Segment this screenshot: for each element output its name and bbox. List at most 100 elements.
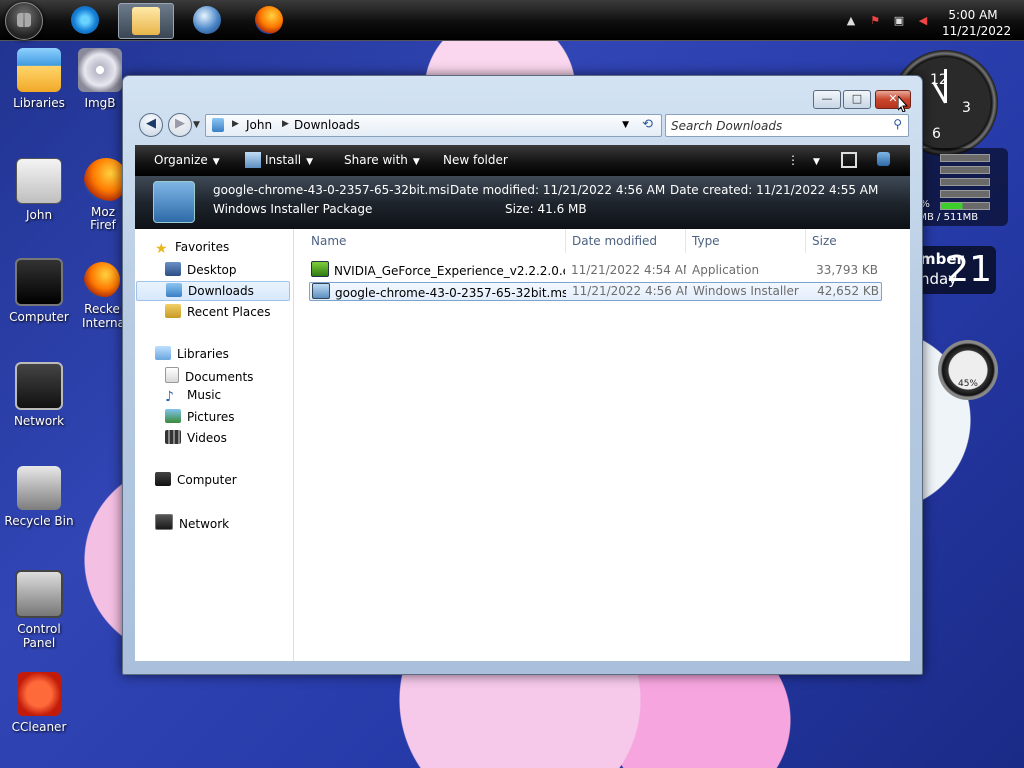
- organize-label: Organize: [154, 153, 208, 167]
- nav-downloads[interactable]: Downloads: [136, 281, 290, 301]
- installer-package-icon: [153, 181, 195, 223]
- desktop-icon-john[interactable]: John: [0, 158, 78, 222]
- desktop-icon-label: Computer: [9, 310, 69, 324]
- star-icon: ★: [155, 241, 168, 257]
- desktop-icon-firefox[interactable]: Moz Firef: [84, 158, 122, 232]
- cpu-meter-gadget[interactable]: % % % % 5% 2MB / 511MB: [912, 148, 1008, 226]
- file-size: 42,652 KB: [817, 284, 879, 298]
- chevron-down-icon: ▼: [306, 157, 314, 167]
- taskbar-firefox[interactable]: [242, 3, 296, 37]
- column-header-type[interactable]: Type: [692, 229, 806, 253]
- forward-button[interactable]: ▶: [168, 113, 192, 137]
- clock-date: 11/21/2022: [942, 24, 1012, 38]
- nav-documents[interactable]: Documents: [165, 367, 253, 384]
- breadcrumb-separator[interactable]: ▶: [282, 119, 289, 129]
- change-view-button[interactable]: ⋮ ▼: [787, 153, 820, 167]
- desktop-icon-imgburn[interactable]: ImgB: [78, 48, 122, 110]
- desktop-icon-ccleaner[interactable]: CCleaner: [0, 672, 78, 734]
- chevron-down-icon: ▼: [813, 157, 820, 167]
- disc-icon: [78, 48, 122, 92]
- minimize-button[interactable]: —: [813, 90, 841, 109]
- app-icon: [84, 262, 120, 298]
- desktop-icon-reckoner[interactable]: Recke Interna: [82, 262, 122, 330]
- desktop-icon-computer[interactable]: Computer: [0, 258, 78, 324]
- libraries-icon: [155, 346, 171, 360]
- recent-pages-dropdown[interactable]: ▼: [193, 120, 200, 130]
- file-name-cell: google-chrome-43-0-2357-65-32bit.msi: [312, 283, 566, 302]
- refresh-icon[interactable]: ⟲: [642, 117, 653, 132]
- navigation-pane: ★ Favorites Desktop Downloads Recent Plac…: [135, 229, 294, 661]
- desktop-icon-label: CCleaner: [11, 720, 67, 734]
- network-icon: [15, 362, 63, 410]
- address-dropdown-icon[interactable]: ▼: [622, 120, 629, 130]
- help-icon[interactable]: [877, 152, 890, 166]
- column-header-name[interactable]: Name: [311, 229, 566, 253]
- preview-pane-icon[interactable]: [841, 152, 857, 168]
- install-button[interactable]: Install ▼: [265, 153, 313, 167]
- action-center-icon[interactable]: ⚑: [868, 14, 882, 27]
- nav-libraries[interactable]: Libraries: [155, 346, 229, 361]
- show-hidden-icons-arrow[interactable]: ▲: [844, 14, 858, 27]
- nav-recent-places[interactable]: Recent Places: [165, 304, 270, 319]
- globe-icon: [193, 6, 221, 34]
- install-label: Install: [265, 153, 302, 167]
- clock-number-3: 3: [962, 100, 971, 116]
- address-bar[interactable]: ▶ John ▶ Downloads ▼ ⟲: [205, 114, 662, 137]
- maximize-button[interactable]: □: [843, 90, 871, 109]
- meter-bar: [940, 166, 990, 174]
- volume-muted-icon[interactable]: ◀: [916, 14, 930, 27]
- nav-computer[interactable]: Computer: [155, 472, 237, 487]
- taskbar-media-player[interactable]: [180, 3, 234, 37]
- ccleaner-icon: [17, 672, 61, 716]
- nav-network[interactable]: Network: [155, 514, 229, 531]
- search-icon[interactable]: ⚲: [893, 117, 902, 131]
- clock-number-6: 6: [932, 126, 941, 142]
- libraries-icon: [17, 48, 61, 92]
- desktop-icon-recycle-bin[interactable]: Recycle Bin: [0, 466, 78, 528]
- chevron-down-icon: ▼: [412, 157, 420, 167]
- explorer-window: — □ ✕ ◀ ▶ ▼ ▶ John ▶ Downloads ▼ ⟲ ⚲ Org…: [122, 75, 923, 675]
- taskbar-internet-explorer[interactable]: [58, 3, 112, 37]
- file-date-modified: 11/21/2022 4:56 AM: [572, 284, 687, 298]
- file-row[interactable]: NVIDIA_GeForce_Experience_v2.2.2.0.exe 1…: [309, 261, 880, 280]
- desktop-icon-libraries[interactable]: Libraries: [0, 48, 78, 110]
- share-with-button[interactable]: Share with ▼: [344, 153, 420, 167]
- nav-music[interactable]: ♪ Music: [165, 388, 221, 405]
- organize-button[interactable]: Organize ▼: [154, 153, 220, 167]
- desktop-icon-network[interactable]: Network: [0, 362, 78, 428]
- nav-favorites[interactable]: ★ Favorites: [155, 240, 229, 257]
- control-panel-icon: [15, 570, 63, 618]
- file-row-selected[interactable]: google-chrome-43-0-2357-65-32bit.msi 11/…: [309, 282, 882, 301]
- details-date-created: Date created: 11/21/2022 4:55 AM: [670, 183, 879, 197]
- clock-time: 5:00 AM: [948, 8, 998, 22]
- nav-label: Network: [179, 517, 230, 531]
- column-header-size[interactable]: Size: [812, 229, 884, 253]
- gauge-gadget[interactable]: 45%: [938, 340, 998, 400]
- breadcrumb-john[interactable]: John: [246, 118, 272, 132]
- breadcrumb-separator[interactable]: ▶: [232, 119, 239, 129]
- memory-usage-bar: [940, 202, 990, 210]
- install-icon: [245, 152, 261, 168]
- nav-videos[interactable]: Videos: [165, 430, 227, 445]
- taskbar-windows-explorer[interactable]: [118, 3, 174, 39]
- desktop-icon-label: Libraries: [13, 96, 65, 110]
- nav-pictures[interactable]: Pictures: [165, 409, 235, 424]
- new-folder-button[interactable]: New folder: [443, 153, 508, 167]
- taskbar-clock[interactable]: 5:00 AM 11/21/2022: [942, 7, 1012, 39]
- details-file-name: google-chrome-43-0-2357-65-32bit.msi: [213, 183, 450, 197]
- calendar-day-number: 21: [946, 249, 992, 290]
- recycle-bin-icon: [17, 466, 61, 510]
- desktop-icon-label: Moz Firef: [90, 205, 116, 232]
- file-type: Windows Installer ...: [693, 284, 801, 298]
- new-folder-label: New folder: [443, 153, 508, 167]
- nav-label: Recent Places: [187, 305, 271, 319]
- column-header-date-modified[interactable]: Date modified: [572, 229, 686, 253]
- back-button[interactable]: ◀: [139, 113, 163, 137]
- nav-desktop[interactable]: Desktop: [165, 262, 237, 277]
- breadcrumb-downloads[interactable]: Downloads: [294, 118, 360, 132]
- downloads-icon: [166, 283, 182, 297]
- start-button[interactable]: [5, 2, 43, 40]
- network-icon[interactable]: ▣: [892, 14, 906, 27]
- desktop-icon-control-panel[interactable]: Control Panel: [0, 570, 78, 650]
- search-input[interactable]: [669, 116, 881, 135]
